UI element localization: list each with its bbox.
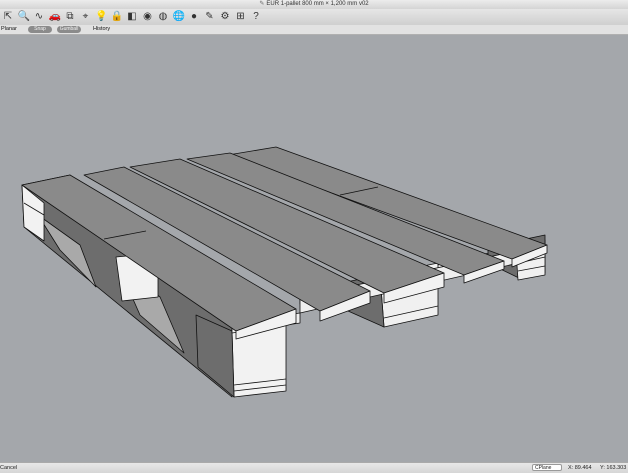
render-car-icon[interactable]: 🚗 — [49, 10, 61, 23]
brush-icon[interactable]: ✎ — [204, 10, 216, 23]
sphere-render-icon[interactable]: ● — [188, 10, 200, 23]
zoom-icon[interactable]: 🔍 — [18, 10, 30, 23]
snap-toggle[interactable]: Snap — [28, 26, 52, 33]
toolbar: ⇱ 🔍 ∿ 🚗 ⧉ ⌖ 💡 🔒 ◧ ◉ ◍ 🌐 ● ✎ ⚙ ⊞? — [0, 9, 628, 25]
bulb-icon[interactable]: 💡 — [95, 10, 107, 23]
shade-icon[interactable]: ◧ — [126, 10, 138, 23]
curve-icon[interactable]: ∿ — [33, 10, 45, 23]
mode-bar: Planar Snap Gumball History — [0, 25, 628, 35]
window-title: ✎ EUR 1-pallet 800 mm × 1,200 mm v02 — [0, 0, 628, 9]
select-icon[interactable]: ⇱ — [2, 10, 14, 23]
grid-snap-icon[interactable]: ⊞ — [235, 10, 247, 23]
globe-icon[interactable]: 🌐 — [173, 10, 185, 23]
gumball-toggle[interactable]: Gumball — [57, 26, 81, 33]
settings-gear-icon[interactable]: ⚙ — [219, 10, 231, 23]
color-wheel-icon[interactable]: ◉ — [142, 10, 154, 23]
command-prompt[interactable]: Cancel — [0, 464, 17, 472]
history-toggle[interactable]: History — [93, 26, 110, 33]
document-icon: ✎ — [259, 1, 265, 7]
pallet-model — [21, 146, 548, 398]
layer-icon[interactable]: ⧉ — [64, 10, 76, 23]
planar-toggle[interactable]: Planar — [1, 26, 17, 33]
cplane-select[interactable]: CPlane — [532, 464, 562, 471]
window-title-text: EUR 1-pallet 800 mm × 1,200 mm v02 — [266, 1, 369, 7]
title-bar: ✎ EUR 1-pallet 800 mm × 1,200 mm v02 — [0, 0, 628, 9]
y-coordinate: Y: 163.303 — [600, 465, 627, 471]
status-bar: Cancel CPlane X: 89.464 Y: 163.303 — [0, 462, 628, 473]
perspective-viewport[interactable] — [0, 35, 628, 462]
help-icon[interactable]: ? — [250, 10, 262, 23]
x-coordinate: X: 89.464 — [568, 465, 592, 471]
point-edit-icon[interactable]: ⌖ — [80, 10, 92, 23]
sphere-wire-icon[interactable]: ◍ — [157, 10, 169, 23]
lock-icon[interactable]: 🔒 — [111, 10, 123, 23]
